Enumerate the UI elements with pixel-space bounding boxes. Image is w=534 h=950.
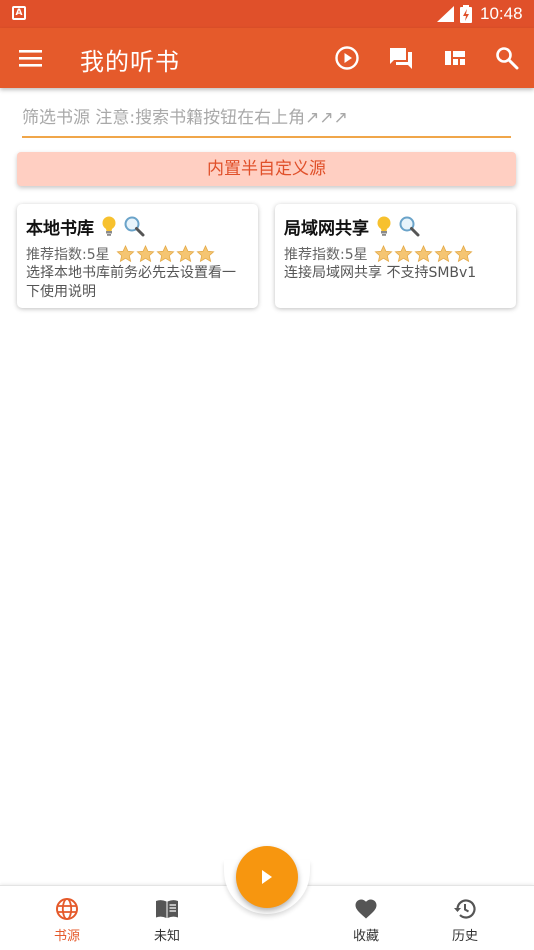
nav-item-unknown[interactable]: 未知 xyxy=(122,886,212,950)
star-icon xyxy=(116,245,135,263)
filter-source-field xyxy=(22,106,511,138)
source-description: 选择本地书库前务必先去设置看一下使用说明 xyxy=(26,265,236,300)
play-icon xyxy=(262,870,272,884)
magnifier-icon[interactable] xyxy=(398,215,420,237)
star-icon xyxy=(196,245,215,263)
star-rating xyxy=(374,245,474,263)
star-icon xyxy=(454,245,473,263)
source-name: 局域网共享 xyxy=(284,218,369,239)
page-title: 我的听书 xyxy=(80,48,180,76)
nav-label: 历史 xyxy=(451,929,478,944)
status-time: 10:48 xyxy=(480,4,523,23)
star-icon xyxy=(394,245,413,263)
nav-label: 收藏 xyxy=(352,929,379,944)
star-rating xyxy=(116,245,216,263)
history-icon xyxy=(454,899,476,919)
heart-icon xyxy=(355,899,377,919)
star-icon xyxy=(414,245,433,263)
magnifier-icon[interactable] xyxy=(123,215,145,237)
battery-charging-icon xyxy=(460,5,472,23)
status-bar: A 10:48 xyxy=(0,0,534,28)
recommend-text: 推荐指数:5星 xyxy=(284,247,368,263)
nav-item-sources[interactable]: 书源 xyxy=(22,886,112,950)
source-card-local-library[interactable]: 本地书库 推荐指数:5星 选择本地书库前务必先去设置看一下使用说明 xyxy=(17,204,258,308)
app-bar: 我的听书 xyxy=(0,28,534,88)
star-icon xyxy=(156,245,175,263)
source-name: 本地书库 xyxy=(26,218,94,239)
view-quilt-icon[interactable] xyxy=(441,44,469,72)
source-card-lan-share[interactable]: 局域网共享 推荐指数:5星 连接局域网共享 不支持SMBv1 xyxy=(275,204,516,308)
filter-source-input[interactable] xyxy=(22,106,511,128)
star-icon xyxy=(136,245,155,263)
lightbulb-icon[interactable] xyxy=(375,215,393,237)
recommend-row: 推荐指数:5星 xyxy=(26,244,249,264)
lightbulb-icon[interactable] xyxy=(100,215,118,237)
app-notification-icon: A xyxy=(12,6,26,20)
recommend-row: 推荐指数:5星 xyxy=(284,244,507,264)
star-icon xyxy=(176,245,195,263)
menu-icon[interactable] xyxy=(18,46,44,70)
source-card-header: 局域网共享 xyxy=(284,212,507,240)
globe-icon xyxy=(56,898,78,920)
builtin-source-button[interactable]: 内置半自定义源 xyxy=(17,152,516,186)
play-fab-button[interactable] xyxy=(236,846,298,908)
nav-item-history[interactable]: 历史 xyxy=(420,886,510,950)
nav-item-favorites[interactable]: 收藏 xyxy=(321,886,411,950)
book-icon xyxy=(156,900,178,918)
signal-icon xyxy=(437,6,454,22)
play-circle-icon[interactable] xyxy=(333,44,361,72)
star-icon xyxy=(434,245,453,263)
recommend-text: 推荐指数:5星 xyxy=(26,247,110,263)
nav-label: 未知 xyxy=(153,929,180,944)
chat-icon[interactable] xyxy=(387,44,415,72)
star-icon xyxy=(374,245,393,263)
source-description: 连接局域网共享 不支持SMBv1 xyxy=(284,265,477,281)
source-card-header: 本地书库 xyxy=(26,212,249,240)
search-icon[interactable] xyxy=(493,44,521,72)
nav-label: 书源 xyxy=(53,929,80,944)
